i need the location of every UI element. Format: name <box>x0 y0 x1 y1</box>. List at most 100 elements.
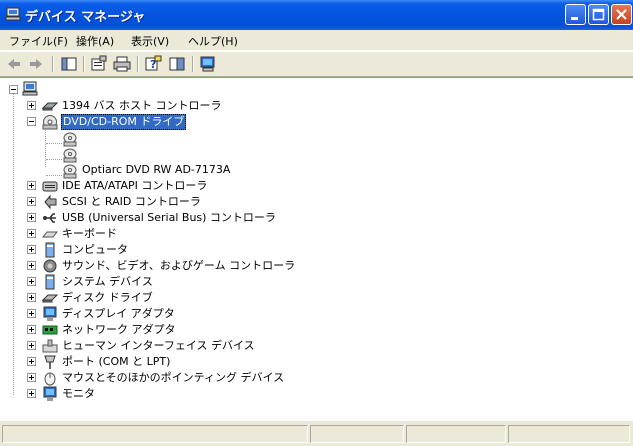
tree-item[interactable]: モニタ <box>0 386 633 402</box>
computer-icon <box>45 242 55 258</box>
menu-help[interactable]: ヘルプ(H) <box>188 33 238 49</box>
expand-toggle[interactable] <box>27 277 36 286</box>
menu-file[interactable]: ファイル(F) <box>9 33 68 49</box>
close-button[interactable] <box>611 4 632 25</box>
tree-item-label: キーボード <box>62 227 117 240</box>
expand-toggle[interactable] <box>27 213 36 222</box>
tree-item[interactable] <box>0 130 633 147</box>
back-arrow-icon[interactable] <box>4 55 24 73</box>
monitor-icon <box>43 386 57 401</box>
properties-icon[interactable] <box>89 55 109 73</box>
print-icon[interactable] <box>112 55 132 73</box>
forward-arrow-icon[interactable] <box>26 55 46 73</box>
disc-icon <box>63 164 77 179</box>
menu-action[interactable]: 操作(A) <box>76 33 114 49</box>
tree-item[interactable] <box>0 146 633 163</box>
sound-icon <box>43 259 57 273</box>
tree-item-label: ポート (COM と LPT) <box>62 355 171 368</box>
tree-item-label: USB (Universal Serial Bus) コントローラ <box>62 211 276 224</box>
mouse-icon <box>44 372 56 386</box>
dvd-drive-icon <box>42 115 58 130</box>
tree-item[interactable]: IDE ATA/ATAPI コントローラ <box>0 178 633 194</box>
status-pane <box>2 425 308 443</box>
expand-toggle[interactable] <box>27 389 36 398</box>
maximize-button[interactable] <box>588 4 609 25</box>
tree-item[interactable]: キーボード <box>0 226 633 242</box>
ide-controller-icon <box>42 181 58 192</box>
tree-item-label: ディスプレイ アダプタ <box>62 307 175 320</box>
toolbar-separator <box>137 56 139 72</box>
toolbar-separator <box>83 56 85 72</box>
tree-item[interactable]: マウスとそのほかのポインティング デバイス <box>0 370 633 386</box>
tree-item-label: 1394 バス ホスト コントローラ <box>62 99 222 112</box>
tree-item-label: サウンド、ビデオ、およびゲーム コントローラ <box>62 259 296 272</box>
tree-item-label: DVD/CD-ROM ドライブ <box>61 114 187 130</box>
expand-toggle[interactable] <box>27 101 36 110</box>
display-adapter-icon <box>43 306 57 321</box>
toolbar-separator <box>192 56 194 72</box>
expand-toggle[interactable] <box>27 229 36 238</box>
system-device-icon <box>45 274 55 290</box>
expand-toggle[interactable] <box>27 357 36 366</box>
toolbar: ? <box>0 51 633 77</box>
menu-view[interactable]: 表示(V) <box>131 33 169 49</box>
tree-item[interactable]: SCSI と RAID コントローラ <box>0 194 633 210</box>
port-icon <box>44 355 56 369</box>
status-pane <box>508 425 630 443</box>
expand-toggle[interactable] <box>27 197 36 206</box>
hid-icon <box>42 339 58 353</box>
tree-item[interactable]: Optiarc DVD RW AD-7173A <box>0 162 633 179</box>
expand-toggle[interactable] <box>27 373 36 382</box>
collapse-toggle[interactable] <box>27 117 36 126</box>
tree-item[interactable]: USB (Universal Serial Bus) コントローラ <box>0 210 633 226</box>
expand-toggle[interactable] <box>27 309 36 318</box>
tree-item-label: マウスとそのほかのポインティング デバイス <box>62 371 285 384</box>
tree-item[interactable]: DVD/CD-ROM ドライブ <box>0 114 633 130</box>
tree-item[interactable]: ヒューマン インターフェイス デバイス <box>0 338 633 354</box>
window-title: デバイス マネージャ <box>25 10 146 25</box>
minimize-icon <box>571 17 578 20</box>
disc-icon <box>63 132 77 147</box>
disk-drive-icon <box>42 294 58 303</box>
tree-item-label: ヒューマン インターフェイス デバイス <box>62 339 255 352</box>
expand-toggle[interactable] <box>27 261 36 270</box>
tree-item[interactable]: ディスク ドライブ <box>0 290 633 306</box>
1394-controller-icon <box>42 102 58 111</box>
tree-item-label: ネットワーク アダプタ <box>62 323 176 336</box>
tree-item-label: IDE ATA/ATAPI コントローラ <box>62 179 208 192</box>
expand-toggle[interactable] <box>27 181 36 190</box>
toolbar-separator <box>52 56 54 72</box>
status-pane <box>406 425 506 443</box>
title-bar[interactable]: デバイス マネージャ <box>0 0 633 30</box>
tree-item[interactable]: ディスプレイ アダプタ <box>0 306 633 322</box>
expand-toggle[interactable] <box>27 245 36 254</box>
tree-item[interactable]: ネットワーク アダプタ <box>0 322 633 338</box>
tree-item-label: SCSI と RAID コントローラ <box>62 195 201 208</box>
network-adapter-icon <box>42 325 58 335</box>
expand-toggle[interactable] <box>27 293 36 302</box>
status-pane <box>310 425 404 443</box>
help-icon[interactable]: ? <box>143 55 163 73</box>
tree-item[interactable]: システム デバイス <box>0 274 633 290</box>
status-bar <box>0 420 633 446</box>
expand-toggle[interactable] <box>27 325 36 334</box>
usb-icon <box>43 213 56 223</box>
tree-item-label: システム デバイス <box>62 275 153 288</box>
tree-item-label: モニタ <box>62 387 95 400</box>
tree-item[interactable]: 1394 バス ホスト コントローラ <box>0 98 633 114</box>
view-icon[interactable] <box>167 55 187 73</box>
root-collapse-toggle[interactable] <box>9 85 18 94</box>
tree-item[interactable]: サウンド、ビデオ、およびゲーム コントローラ <box>0 258 633 274</box>
show-hide-tree-icon[interactable] <box>59 55 79 73</box>
minimize-button[interactable] <box>565 4 586 25</box>
computer-icon <box>22 81 38 96</box>
tree-item[interactable]: ポート (COM と LPT) <box>0 354 633 370</box>
device-tree[interactable]: 1394 バス ホスト コントローラ DVD/CD-ROM ドライブ Optia… <box>0 77 633 420</box>
keyboard-icon <box>42 231 58 238</box>
computer-icon <box>5 7 21 21</box>
expand-toggle[interactable] <box>27 341 36 350</box>
maximize-icon <box>592 8 605 21</box>
scan-hardware-icon[interactable] <box>198 55 218 73</box>
tree-item[interactable]: コンピュータ <box>0 242 633 258</box>
tree-item-label: Optiarc DVD RW AD-7173A <box>82 163 231 176</box>
